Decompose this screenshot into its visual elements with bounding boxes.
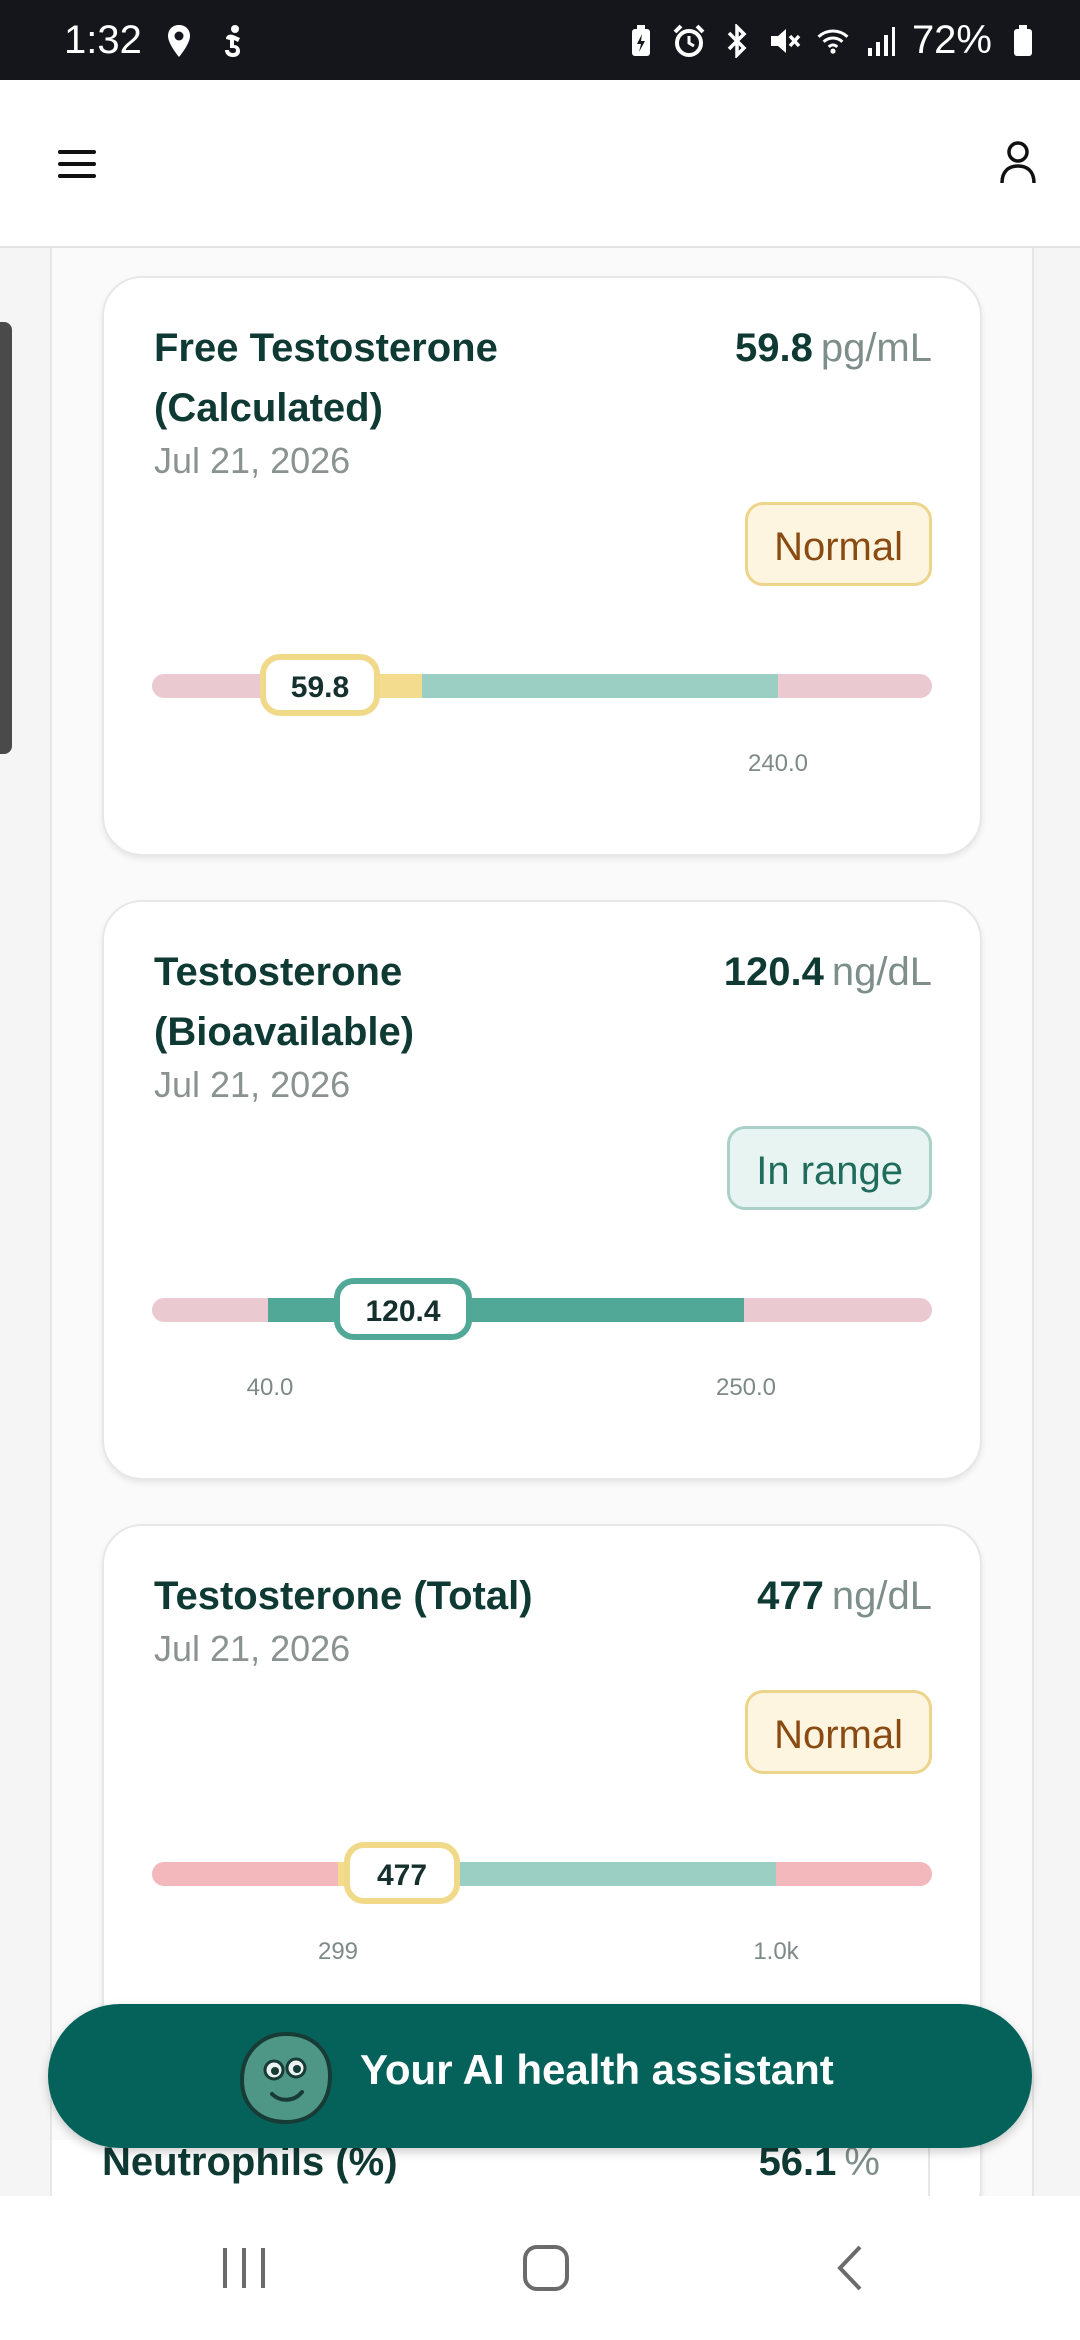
status-badge: Normal — [745, 1690, 932, 1774]
result-value: 477 ng/dL — [757, 1566, 932, 1626]
ai-assistant-avatar-icon — [238, 2030, 334, 2126]
result-title: Free Testosterone (Calculated) — [154, 326, 498, 430]
range-bar — [152, 1862, 932, 1886]
result-title: Testosterone (Bioavailable) — [154, 950, 415, 1054]
hamburger-menu-icon[interactable] — [52, 138, 104, 190]
range-segment-high — [776, 1862, 932, 1886]
status-left: 1:32 — [64, 18, 250, 63]
results-list: Free Testosterone (Calculated) Jul 21, 2… — [50, 248, 1034, 2198]
result-unit: ng/dL — [831, 950, 932, 994]
value-marker: 120.4 — [334, 1278, 472, 1340]
accessibility-icon — [216, 21, 250, 61]
system-nav-bar — [0, 2196, 1080, 2340]
signal-icon — [864, 21, 898, 61]
scroll-handle[interactable] — [0, 322, 12, 754]
range-segment-low — [152, 1298, 268, 1322]
result-card-bioavailable-testosterone[interactable]: Testosterone (Bioavailable) Jul 21, 2026… — [102, 900, 982, 1480]
recent-apps-icon[interactable] — [204, 2238, 284, 2298]
result-value-number: 120.4 — [723, 950, 824, 994]
result-value-number: 477 — [757, 1574, 824, 1618]
battery-icon — [1006, 21, 1040, 61]
mute-icon — [768, 21, 802, 61]
user-icon[interactable] — [986, 130, 1050, 194]
status-right: 72% — [624, 18, 1040, 63]
status-badge: Normal — [745, 502, 932, 586]
result-unit: ng/dL — [831, 1574, 932, 1618]
bluetooth-icon — [720, 21, 754, 61]
location-icon — [162, 21, 196, 61]
result-date: Jul 21, 2026 — [154, 1064, 351, 1105]
alarm-icon — [672, 21, 706, 61]
wifi-icon — [816, 21, 850, 61]
result-value-number: 59.8 — [734, 326, 813, 370]
home-icon[interactable] — [506, 2238, 586, 2298]
value-marker: 59.8 — [260, 654, 380, 716]
result-date: Jul 21, 2026 — [154, 440, 351, 481]
result-title: Testosterone (Total) — [154, 1574, 533, 1618]
status-time: 1:32 — [64, 18, 142, 62]
result-value: 120.4 ng/dL — [724, 942, 932, 1002]
ai-assistant-button[interactable]: Your AI health assistant — [48, 2004, 1032, 2148]
range-tick-label: 1.0k — [753, 1938, 799, 1965]
range-tick-label: 240.0 — [747, 750, 809, 777]
result-value: 59.8 pg/mL — [735, 318, 932, 378]
range-segment-optimal — [422, 674, 778, 698]
range-segment-high — [744, 1298, 932, 1322]
ai-assistant-label: Your AI health assistant — [360, 2046, 834, 2093]
battery-saver-icon — [624, 21, 658, 61]
result-date: Jul 21, 2026 — [154, 1628, 351, 1669]
back-icon[interactable] — [810, 2238, 890, 2298]
battery-percent: 72% — [911, 18, 992, 62]
app-bar — [0, 80, 1080, 248]
range-segment-low — [152, 1862, 338, 1886]
range-tick-label: 40.0 — [246, 1374, 294, 1401]
status-bar: 1:32 72% — [0, 0, 1080, 80]
range-segment-low — [152, 674, 272, 698]
range-bar — [152, 1298, 932, 1322]
value-marker: 477 — [344, 1842, 460, 1904]
range-segment-high — [778, 674, 932, 698]
range-tick-label: 250.0 — [715, 1374, 777, 1401]
result-card-free-testosterone[interactable]: Free Testosterone (Calculated) Jul 21, 2… — [102, 276, 982, 856]
range-tick-label: 299 — [317, 1938, 359, 1965]
result-unit: pg/mL — [820, 326, 932, 370]
range-segment-optimal — [448, 1862, 776, 1886]
status-badge: In range — [727, 1126, 932, 1210]
